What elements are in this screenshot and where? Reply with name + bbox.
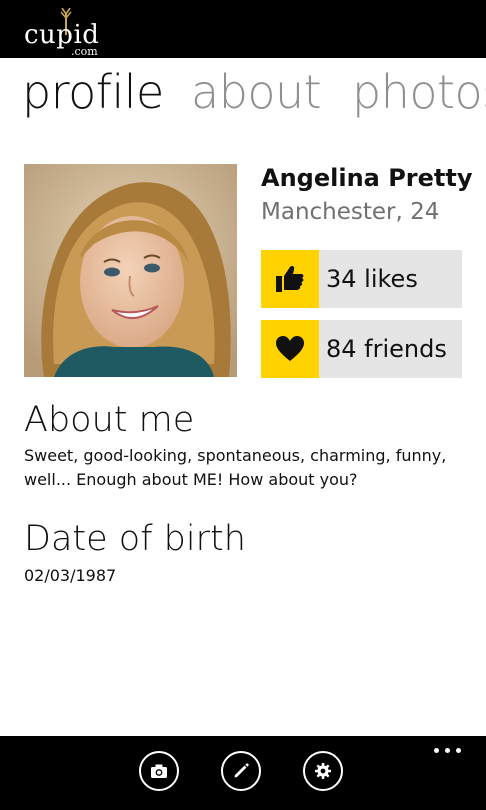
tab-profile[interactable]: profile (22, 62, 164, 122)
date-of-birth-heading: Date of birth (24, 519, 246, 559)
tab-about[interactable]: about (191, 62, 322, 122)
logo-domain: .com (71, 45, 98, 58)
camera-button[interactable] (139, 751, 179, 791)
about-me-heading: About me (24, 400, 195, 440)
likes-count: 34 likes (326, 265, 418, 293)
about-me-text: Sweet, good-looking, spontaneous, charmi… (24, 446, 447, 489)
profile-name: Angelina Pretty (261, 164, 473, 192)
settings-button[interactable] (303, 751, 343, 791)
pencil-icon (234, 763, 249, 778)
profile-photo[interactable] (24, 164, 237, 377)
ellipsis-icon (445, 748, 450, 753)
gear-icon (315, 763, 331, 779)
more-options-button[interactable] (428, 742, 468, 758)
friends-icon-box (261, 320, 319, 378)
ellipsis-icon (434, 748, 439, 753)
thumbs-up-icon (276, 266, 304, 292)
profile-photo-image (24, 164, 237, 377)
tab-photos[interactable]: photos (352, 62, 486, 122)
cupid-logo: cupid .com (24, 8, 114, 58)
heart-icon (276, 336, 304, 361)
likes-icon-box (261, 250, 319, 308)
ellipsis-icon (456, 748, 461, 753)
likes-tile[interactable]: 34 likes (261, 250, 462, 308)
date-of-birth-value: 02/03/1987 (24, 566, 117, 585)
profile-location-age: Manchester, 24 (261, 199, 440, 225)
friends-count: 84 friends (326, 335, 447, 363)
app-bar (0, 736, 486, 810)
pivot-header: profile about photos (22, 62, 486, 124)
friends-tile[interactable]: 84 friends (261, 320, 462, 378)
edit-button[interactable] (221, 751, 261, 791)
camera-icon (151, 764, 167, 778)
app-header: cupid .com (0, 0, 486, 58)
